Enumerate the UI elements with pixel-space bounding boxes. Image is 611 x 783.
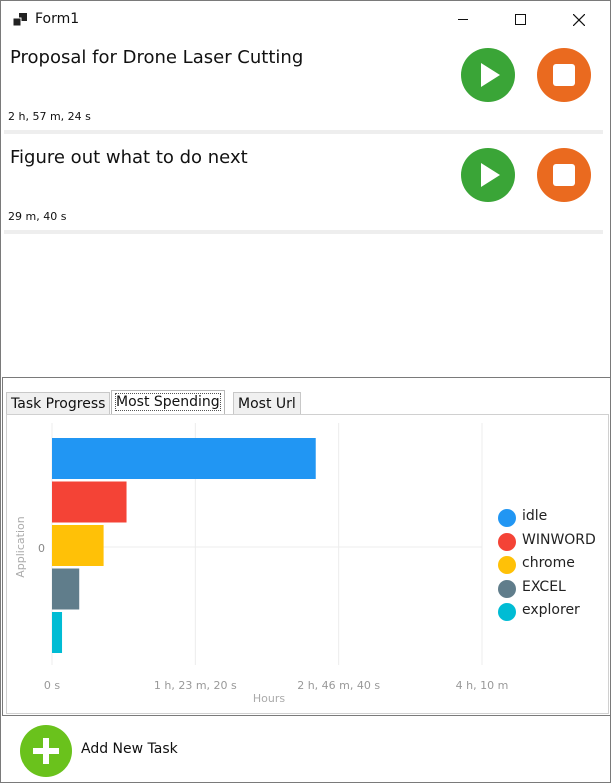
stats-tab-control: Task Progress Most Spending Most Url 0 s…	[2, 377, 610, 716]
x-tick-label: 4 h, 10 m	[456, 679, 509, 692]
add-task-label[interactable]: Add New Task	[81, 741, 178, 757]
y-tick-label: 0	[38, 542, 45, 555]
close-icon	[573, 14, 585, 26]
plus-icon	[33, 738, 59, 764]
minimize-button[interactable]	[434, 1, 492, 39]
bar-explorer	[52, 612, 63, 653]
window-title: Form1	[35, 11, 80, 27]
legend-swatch	[498, 579, 516, 598]
main-window: Form1 Proposal for Drone Laser Cutting 2…	[0, 0, 611, 783]
legend-label: chrome	[522, 555, 575, 571]
legend-swatch	[498, 603, 516, 621]
chart-area: 0 s 1 h, 23 m, 20 s 2 h, 46 m, 40 s 4 h, 10…	[6, 414, 609, 714]
task-elapsed: 29 m, 40 s	[8, 210, 67, 223]
play-icon	[481, 63, 500, 87]
task-title: Proposal for Drone Laser Cutting	[10, 47, 304, 68]
bar-winword	[52, 481, 127, 523]
stop-task-button[interactable]	[537, 48, 591, 102]
app-icon	[12, 12, 27, 27]
tab-label: Task Progress	[11, 396, 106, 412]
stop-icon	[553, 164, 575, 186]
footer-bar: Add New Task	[1, 715, 610, 782]
bar-excel	[52, 568, 80, 610]
bar-idle	[52, 438, 316, 479]
bar-chart: 0 s 1 h, 23 m, 20 s 2 h, 46 m, 40 s 4 h, 10…	[14, 423, 509, 705]
bar-chrome	[52, 525, 104, 566]
start-task-button[interactable]	[461, 48, 515, 102]
minimize-icon	[458, 19, 468, 20]
task-divider	[4, 230, 603, 234]
x-axis-label: Hours	[253, 692, 285, 705]
legend-swatch	[498, 509, 516, 527]
maximize-icon	[515, 14, 526, 25]
legend-label: EXCEL	[522, 578, 566, 595]
close-button[interactable]	[550, 1, 608, 39]
stop-task-button[interactable]	[537, 148, 591, 202]
title-bar[interactable]: Form1	[1, 1, 610, 39]
start-task-button[interactable]	[461, 148, 515, 202]
task-title: Figure out what to do next	[10, 147, 248, 168]
legend-label: idle	[522, 508, 548, 524]
tab-task-progress[interactable]: Task Progress	[6, 392, 111, 415]
play-icon	[481, 163, 500, 187]
task-card: Proposal for Drone Laser Cutting 2 h, 57…	[4, 39, 604, 139]
x-tick-label: 0 s	[44, 679, 60, 692]
legend-label: WINWORD	[522, 531, 596, 548]
tab-most-spending[interactable]: Most Spending	[111, 390, 225, 415]
maximize-button[interactable]	[492, 1, 550, 39]
legend-swatch	[498, 532, 516, 551]
tab-label: Most Url	[238, 396, 296, 412]
task-card: Figure out what to do next 29 m, 40 s	[4, 139, 604, 239]
legend-label: explorer	[522, 602, 580, 618]
tab-label: Most Spending	[115, 393, 221, 411]
task-divider	[4, 130, 603, 134]
y-axis-label: Application	[14, 516, 27, 577]
x-tick-label: 1 h, 23 m, 20 s	[154, 679, 237, 692]
tab-most-url[interactable]: Most Url	[233, 392, 301, 415]
add-task-button[interactable]	[20, 725, 72, 777]
stop-icon	[553, 64, 575, 86]
task-elapsed: 2 h, 57 m, 24 s	[8, 110, 91, 123]
legend-swatch	[498, 556, 516, 574]
x-tick-label: 2 h, 46 m, 40 s	[297, 679, 380, 692]
